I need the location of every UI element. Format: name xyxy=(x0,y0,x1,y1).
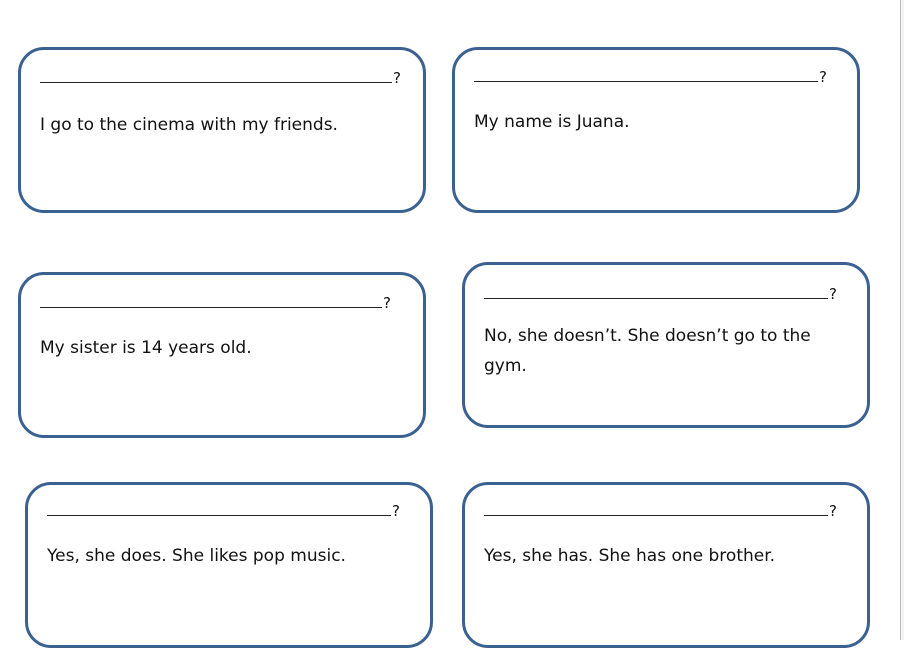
blank-rule xyxy=(474,80,818,82)
answer-text-1: I go to the cinema with my friends. xyxy=(40,115,338,135)
question-mark: ? xyxy=(393,69,401,87)
blank-rule xyxy=(40,81,392,83)
question-card-1: ? I go to the cinema with my friends. xyxy=(18,47,426,213)
question-card-3: ? My sister is 14 years old. xyxy=(18,272,426,438)
question-mark: ? xyxy=(392,502,400,520)
question-mark: ? xyxy=(383,294,391,312)
question-blank-1: ? xyxy=(40,69,401,87)
question-card-5: ? Yes, she does. She likes pop music. xyxy=(25,482,433,648)
question-blank-5: ? xyxy=(47,502,400,520)
question-card-4: ? No, she doesn’t. She doesn’t go to the… xyxy=(462,262,870,428)
page-edge xyxy=(900,0,904,640)
blank-rule xyxy=(47,514,391,516)
blank-rule xyxy=(484,297,828,299)
answer-text-3: My sister is 14 years old. xyxy=(40,338,252,358)
answer-text-5: Yes, she does. She likes pop music. xyxy=(47,546,346,566)
blank-rule xyxy=(40,306,382,308)
question-blank-4: ? xyxy=(484,285,837,303)
answer-text-6: Yes, she has. She has one brother. xyxy=(484,546,776,566)
blank-rule xyxy=(484,514,828,516)
question-mark: ? xyxy=(829,285,837,303)
answer-text-2: My name is Juana. xyxy=(474,112,630,132)
question-card-2: ? My name is Juana. xyxy=(452,47,860,213)
question-mark: ? xyxy=(819,68,827,86)
answer-text-4: No, she doesn’t. She doesn’t go to the g… xyxy=(484,326,811,376)
question-card-6: ? Yes, she has. She has one brother. xyxy=(462,482,870,648)
question-mark: ? xyxy=(829,502,837,520)
question-blank-3: ? xyxy=(40,294,391,312)
question-blank-2: ? xyxy=(474,68,827,86)
question-blank-6: ? xyxy=(484,502,837,520)
